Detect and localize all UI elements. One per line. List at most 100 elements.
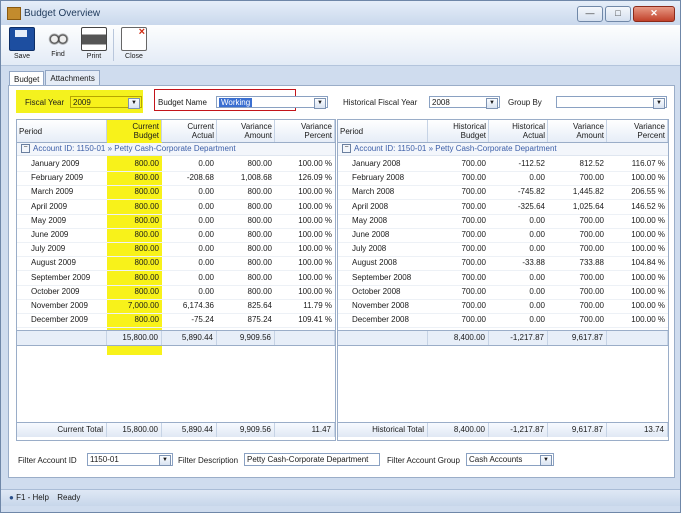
table-cell: 800.00 <box>134 315 159 325</box>
toolbar: Save Find Print Close <box>1 25 680 66</box>
historical-budget-grid[interactable]: Period Historical Budget Historical Actual Va… <box>337 119 669 441</box>
chevron-down-icon[interactable]: ▼ <box>159 455 171 466</box>
column-header[interactable]: Variance Percent <box>275 120 335 142</box>
filter-account-id-select[interactable]: 1150-01 ▼ <box>87 453 173 466</box>
budget-name-select[interactable]: Working ▼ <box>216 96 328 109</box>
table-row[interactable]: February 2009 800.00 -208.68 1,008.68 126.09… <box>17 171 335 187</box>
chevron-down-icon[interactable]: ▼ <box>486 98 498 109</box>
table-cell: 800.00 <box>247 187 272 197</box>
table-cell: 100.00 % <box>298 187 332 197</box>
column-header[interactable]: Historical Budget <box>428 120 489 142</box>
total-cell: Current Total <box>17 423 107 437</box>
minimize-button[interactable]: — <box>577 6 603 22</box>
table-row[interactable]: August 2009 800.00 0.00 800.00 100.00 % <box>17 256 335 272</box>
table-cell: December 2009 <box>31 315 88 325</box>
table-row[interactable]: January 2008 700.00 -112.52 812.52 116.07 % <box>338 157 668 172</box>
table-cell: -325.64 <box>517 201 545 211</box>
table-cell: 100.00 % <box>631 272 665 282</box>
fiscal-year-select[interactable]: 2009 ▼ <box>70 96 142 109</box>
table-cell: -75.24 <box>191 315 214 325</box>
table-row[interactable]: May 2008 700.00 0.00 700.00 100.00 % <box>338 214 668 229</box>
table-row[interactable]: September 2008 700.00 0.00 700.00 100.00 % <box>338 271 668 286</box>
print-button[interactable]: Print <box>77 27 111 63</box>
column-header[interactable]: Period <box>338 120 428 142</box>
table-cell: 800.00 <box>134 215 159 225</box>
table-cell: 800.00 <box>247 244 272 254</box>
collapse-icon[interactable]: − <box>342 144 351 154</box>
table-cell: 800.00 <box>134 159 159 168</box>
group-by-select[interactable]: ▼ <box>556 96 667 109</box>
table-cell: 700.00 <box>579 230 604 239</box>
historical-year-select[interactable]: 2008 ▼ <box>429 96 500 109</box>
table-cell: 0.00 <box>198 230 214 239</box>
table-cell: 800.00 <box>247 215 272 225</box>
account-group-row[interactable]: − Account ID: 1150-01 » Petty Cash-Corpor… <box>17 143 335 156</box>
table-cell: January 2008 <box>352 159 401 168</box>
table-row[interactable]: November 2009 7,000.00 6,174.36 825.64 11.79… <box>17 299 335 314</box>
table-cell: 0.00 <box>529 286 545 296</box>
table-row[interactable]: March 2008 700.00 -745.82 1,445.82 206.55 % <box>338 185 668 201</box>
filter-account-group-select[interactable]: Cash Accounts ▼ <box>466 453 554 466</box>
table-row[interactable]: April 2008 700.00 -325.64 1,025.64 146.52 % <box>338 200 668 215</box>
chevron-down-icon[interactable]: ▼ <box>540 455 552 466</box>
table-cell: 800.00 <box>134 258 159 268</box>
account-group-row[interactable]: − Account ID: 1150-01 » Petty Cash-Corpor… <box>338 143 668 156</box>
column-header[interactable]: Current Actual <box>162 120 217 142</box>
filter-description-input[interactable]: Petty Cash-Corporate Department <box>244 453 380 466</box>
column-header[interactable]: Period <box>17 120 107 142</box>
chevron-down-icon[interactable]: ▼ <box>314 98 326 109</box>
help-label[interactable]: F1 - Help <box>16 493 49 502</box>
table-row[interactable]: December 2009 800.00 -75.24 875.24 109.41 % <box>17 313 335 329</box>
collapse-icon[interactable]: − <box>21 144 30 154</box>
column-header[interactable]: Current Budget <box>107 120 162 142</box>
table-cell: 800.00 <box>134 187 159 197</box>
table-row[interactable]: January 2009 800.00 0.00 800.00 100.00 % <box>17 157 335 172</box>
table-row[interactable]: July 2008 700.00 0.00 700.00 100.00 % <box>338 242 668 258</box>
table-cell: 700.00 <box>579 272 604 282</box>
summary-cell <box>338 331 428 345</box>
column-header[interactable]: Historical Actual <box>489 120 548 142</box>
maximize-button[interactable]: □ <box>605 6 631 22</box>
table-cell: 100.00 % <box>298 159 332 168</box>
table-cell: September 2009 <box>31 272 91 282</box>
table-row[interactable]: December 2008 700.00 0.00 700.00 100.00 % <box>338 313 668 329</box>
table-row[interactable]: February 2008 700.00 0.00 700.00 100.00 % <box>338 171 668 187</box>
table-row[interactable]: August 2008 700.00 -33.88 733.88 104.84 % <box>338 256 668 272</box>
table-row[interactable]: May 2009 800.00 0.00 800.00 100.00 % <box>17 214 335 229</box>
table-row[interactable]: June 2009 800.00 0.00 800.00 100.00 % <box>17 228 335 243</box>
table-row[interactable]: July 2009 800.00 0.00 800.00 100.00 % <box>17 242 335 258</box>
table-cell: 700.00 <box>461 258 486 268</box>
table-cell: November 2008 <box>352 301 409 310</box>
table-row[interactable]: November 2008 700.00 0.00 700.00 100.00 % <box>338 299 668 314</box>
table-cell: -745.82 <box>517 187 545 197</box>
table-row[interactable]: October 2008 700.00 0.00 700.00 100.00 % <box>338 285 668 300</box>
close-window-button[interactable]: ✕ <box>633 6 675 22</box>
current-budget-grid[interactable]: Period Current Budget Current Actual Variance… <box>16 119 336 441</box>
table-cell: 800.00 <box>247 230 272 239</box>
table-cell: 100.00 % <box>298 215 332 225</box>
table-cell: 100.00 % <box>631 301 665 310</box>
summary-cell: 8,400.00 <box>428 331 489 345</box>
table-row[interactable]: September 2009 800.00 0.00 800.00 100.00 % <box>17 271 335 286</box>
table-row[interactable]: October 2009 800.00 0.00 800.00 100.00 % <box>17 285 335 300</box>
table-row[interactable]: June 2008 700.00 0.00 700.00 100.00 % <box>338 228 668 243</box>
close-button[interactable]: Close <box>117 26 151 63</box>
table-row[interactable]: March 2009 800.00 0.00 800.00 100.00 % <box>17 185 335 201</box>
filter-account-id-value: 1150-01 <box>90 455 119 464</box>
total-cell: -1,217.87 <box>489 423 548 437</box>
table-row[interactable]: April 2009 800.00 0.00 800.00 100.00 % <box>17 200 335 215</box>
table-cell: 700.00 <box>579 301 604 310</box>
save-button[interactable]: Save <box>5 27 39 63</box>
summary-cell: 15,800.00 <box>107 331 162 345</box>
column-header[interactable]: Variance Amount <box>548 120 607 142</box>
fiscal-year-label: Fiscal Year <box>25 98 65 107</box>
table-cell: 700.00 <box>579 173 604 183</box>
column-header[interactable]: Variance Amount <box>217 120 275 142</box>
table-cell: 0.00 <box>198 286 214 296</box>
filter-description-label: Filter Description <box>178 456 239 465</box>
chevron-down-icon[interactable]: ▼ <box>653 98 665 109</box>
chevron-down-icon[interactable]: ▼ <box>128 98 140 109</box>
find-button[interactable]: Find <box>41 27 75 63</box>
table-cell: 700.00 <box>579 286 604 296</box>
column-header[interactable]: Variance Percent <box>607 120 668 142</box>
